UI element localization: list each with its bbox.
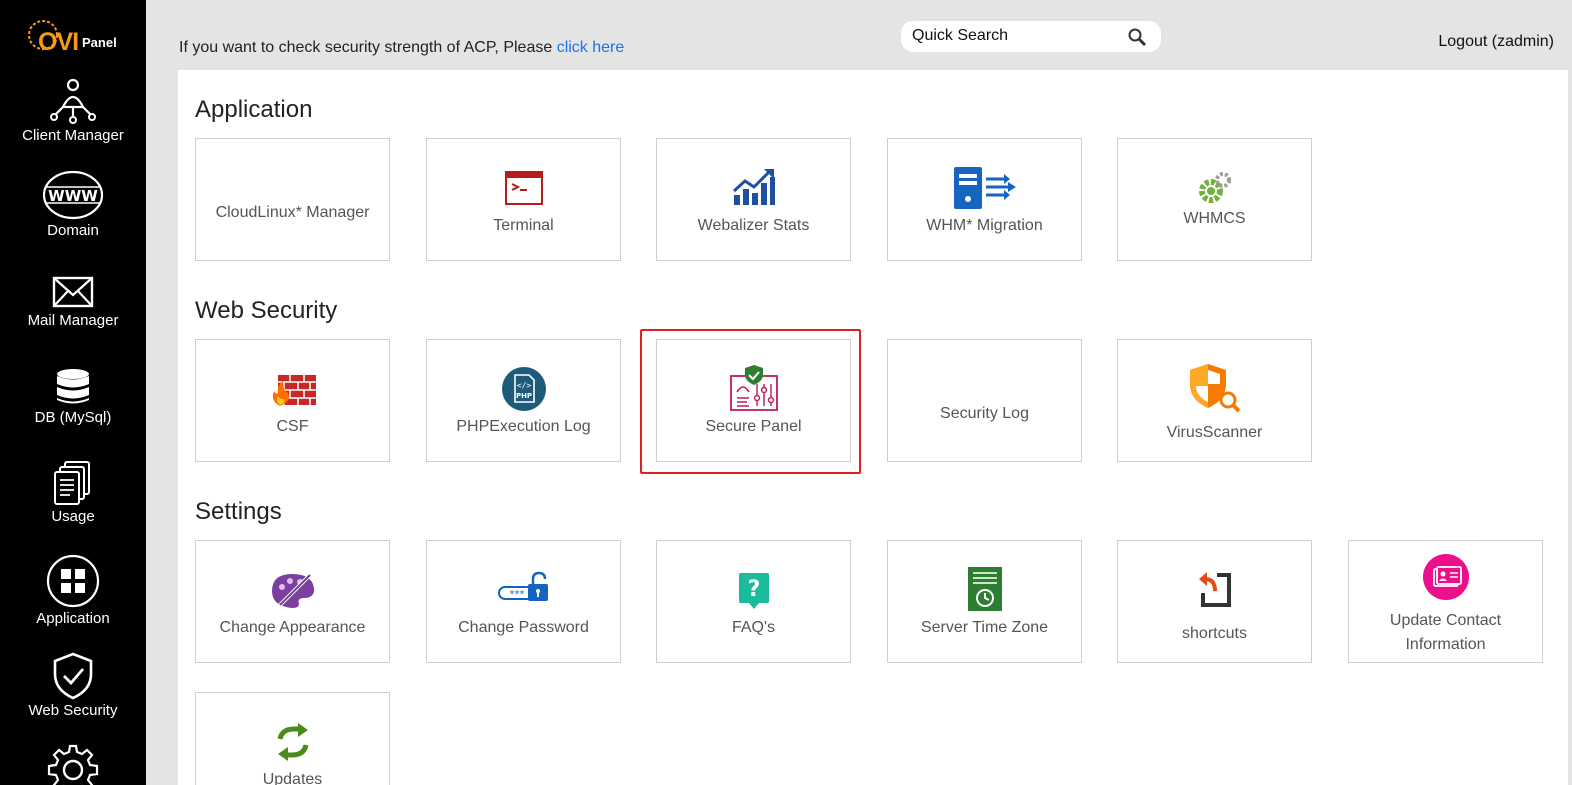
client-manager-icon xyxy=(50,78,96,124)
tile-server-time-zone[interactable]: Server Time Zone xyxy=(887,540,1082,663)
tile-whmcs[interactable]: WHMCS xyxy=(1117,138,1312,261)
sidebar-item-label: Domain xyxy=(47,222,99,239)
faq-icon: ? xyxy=(738,573,769,609)
tile-security-log[interactable]: Security Log xyxy=(887,339,1082,462)
sidebar-item-mail-manager[interactable]: Mail Manager xyxy=(0,274,146,329)
sidebar-item-client-manager[interactable]: Client Manager xyxy=(0,77,146,144)
svg-text:WWW: WWW xyxy=(48,187,98,205)
logout-button[interactable]: Logout (zadmin) xyxy=(1438,33,1554,51)
sidebar-item-label: DB (MySql) xyxy=(34,409,112,426)
section-title-web-security: Web Security xyxy=(195,297,338,324)
search-input[interactable]: Quick Search xyxy=(912,27,1008,45)
tile-label: CSF xyxy=(276,418,309,435)
server-migration-icon xyxy=(953,167,1016,209)
logo-text-panel: Panel xyxy=(82,35,117,50)
tile-label: shortcuts xyxy=(1182,625,1247,642)
secure-panel-icon xyxy=(729,365,778,411)
tile-updates[interactable]: Updates xyxy=(195,692,390,785)
tile-cloudlinux-manager[interactable]: CloudLinux* Manager xyxy=(195,138,390,261)
svg-text:PHP: PHP xyxy=(515,392,531,400)
database-icon xyxy=(57,369,89,404)
section-title-application: Application xyxy=(195,96,313,123)
sidebar: OVI Panel Client Manager WWW Domain Mail… xyxy=(0,0,146,785)
tile-label: WHMCS xyxy=(1183,210,1246,227)
sidebar-item-application[interactable]: Application xyxy=(0,554,146,627)
tile-label: VirusScanner xyxy=(1166,424,1263,441)
shield-check-icon xyxy=(53,652,93,700)
sidebar-item-db-mysql[interactable]: DB (MySql) xyxy=(0,367,146,426)
contact-card-icon xyxy=(1422,554,1469,600)
svg-text:?: ? xyxy=(747,577,760,602)
tile-update-contact-information[interactable]: Update Contact Information xyxy=(1348,540,1543,663)
gears-icon xyxy=(1198,172,1231,203)
terminal-icon xyxy=(504,171,543,205)
tile-label: Change Password xyxy=(458,619,589,636)
tile-secure-panel[interactable]: Secure Panel xyxy=(656,339,851,462)
bar-chart-icon xyxy=(732,169,775,205)
tile-label: Terminal xyxy=(493,217,554,234)
tile-change-appearance[interactable]: Change Appearance xyxy=(195,540,390,663)
sidebar-item-label: Application xyxy=(36,610,110,627)
sidebar-item-label: Client Manager xyxy=(22,127,124,144)
quick-search[interactable]: Quick Search xyxy=(901,21,1161,52)
security-notice-text: If you want to check security strength o… xyxy=(179,39,553,56)
tile-label: WHM* Migration xyxy=(926,217,1043,234)
tile-label: Update Contact Information xyxy=(1389,612,1502,653)
svg-text:</>: </> xyxy=(516,381,531,390)
sidebar-item-usage[interactable]: Usage xyxy=(0,460,146,525)
sidebar-item-web-security[interactable]: Web Security xyxy=(0,652,146,719)
firewall-icon xyxy=(272,375,316,406)
tile-label: FAQ's xyxy=(731,619,776,636)
documents-icon xyxy=(54,461,90,505)
tile-whm-migration[interactable]: WHM* Migration xyxy=(887,138,1082,261)
palette-icon xyxy=(271,573,314,608)
tile-virusscanner[interactable]: VirusScanner xyxy=(1117,339,1312,462)
tile-label: Updates xyxy=(262,771,323,785)
shield-scan-icon xyxy=(1189,364,1240,413)
sidebar-item-label: Usage xyxy=(51,508,95,525)
tile-faqs[interactable]: ? FAQ's xyxy=(656,540,851,663)
shortcut-arrow-icon xyxy=(1198,572,1231,607)
tile-terminal[interactable]: Terminal xyxy=(426,138,621,261)
tile-label: Secure Panel xyxy=(705,418,802,435)
ovipanel-logo[interactable]: OVI Panel xyxy=(26,18,126,56)
tile-label: Security Log xyxy=(940,405,1029,422)
www-globe-icon: WWW xyxy=(42,170,104,220)
grid-icon xyxy=(46,554,100,608)
tile-shortcuts[interactable]: shortcuts xyxy=(1117,540,1312,663)
topbar: If you want to check security strength o… xyxy=(146,0,1572,70)
search-icon[interactable] xyxy=(1127,27,1147,47)
tile-label: PHPExecution Log xyxy=(456,418,591,435)
security-notice: If you want to check security strength o… xyxy=(179,39,624,57)
gear-icon xyxy=(47,744,99,785)
php-file-icon: </> PHP xyxy=(501,367,546,411)
server-clock-icon xyxy=(967,567,1002,611)
sidebar-item-label: Web Security xyxy=(28,702,118,719)
password-lock-icon: *** xyxy=(497,571,548,601)
tile-webalizer-stats[interactable]: Webalizer Stats xyxy=(656,138,851,261)
sidebar-item-domain[interactable]: WWW Domain xyxy=(0,170,146,239)
refresh-icon xyxy=(277,723,308,761)
svg-text:***: *** xyxy=(509,589,524,600)
envelope-icon xyxy=(52,276,94,308)
sidebar-item-label: Mail Manager xyxy=(27,312,119,329)
tile-label: Change Appearance xyxy=(219,619,366,636)
section-title-settings: Settings xyxy=(195,498,282,525)
tile-phpexecution-log[interactable]: </> PHP PHPExecution Log xyxy=(426,339,621,462)
sidebar-item-settings[interactable] xyxy=(0,743,146,785)
click-here-link[interactable]: click here xyxy=(557,39,625,56)
tile-change-password[interactable]: *** Change Password xyxy=(426,540,621,663)
tile-label: CloudLinux* Manager xyxy=(215,204,370,221)
main-content: Application CloudLinux* Manager Terminal xyxy=(178,70,1568,785)
tile-label: Server Time Zone xyxy=(920,619,1049,636)
logo-text-ovi: OVI xyxy=(38,28,79,56)
tile-label: Webalizer Stats xyxy=(697,217,810,234)
tile-csf[interactable]: CSF xyxy=(195,339,390,462)
